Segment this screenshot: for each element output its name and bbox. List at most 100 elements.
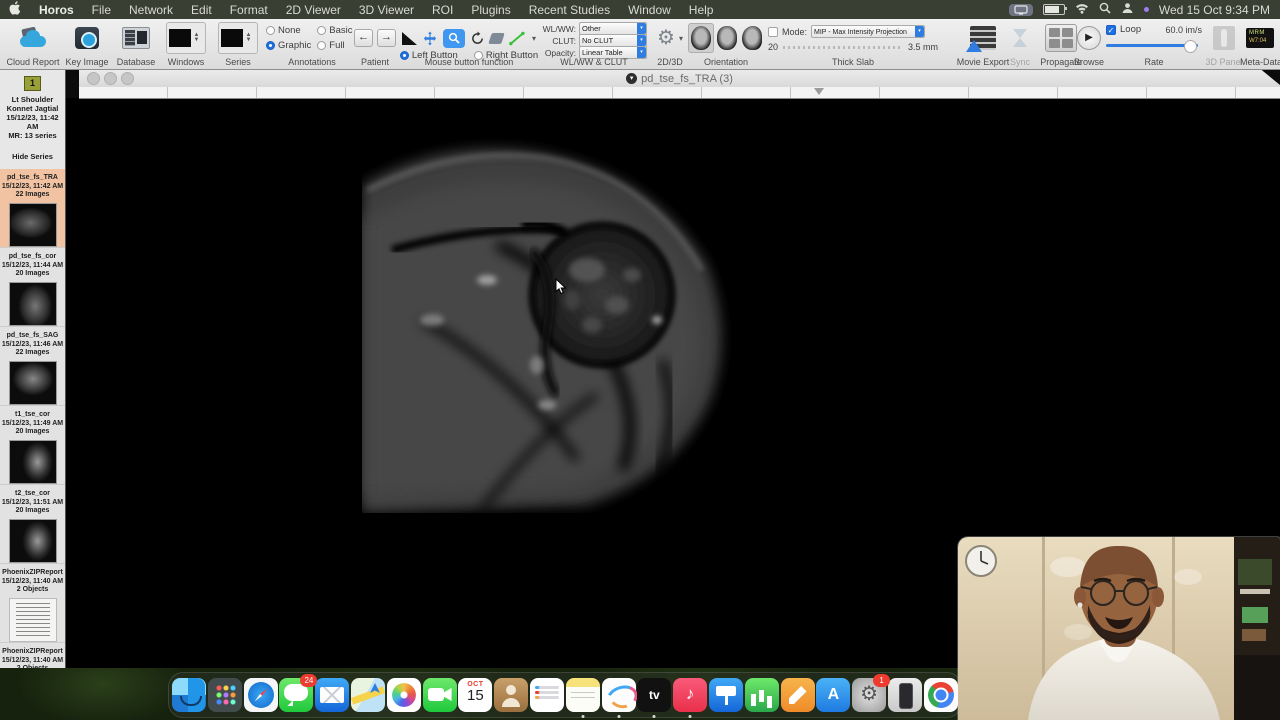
3d-panel-button[interactable]: 3D Panel xyxy=(1204,21,1244,67)
menu-bar: Horos File Network Edit Format 2D Viewer… xyxy=(0,0,1280,19)
image-position-slider[interactable] xyxy=(79,87,1280,99)
dock-safari-icon[interactable] xyxy=(243,678,278,712)
series-item[interactable]: t2_tse_cor 15/12/23, 11:51 AM 20 Images xyxy=(0,485,65,564)
dock-finder-icon[interactable] xyxy=(172,678,206,712)
window-edge-strip xyxy=(66,69,79,98)
menu-network[interactable]: Network xyxy=(120,3,182,17)
dock-messages-icon[interactable]: 24 xyxy=(279,674,318,712)
menu-file[interactable]: File xyxy=(83,3,120,17)
menu-format[interactable]: Format xyxy=(221,3,277,17)
slab-thickness-slider[interactable] xyxy=(783,45,903,49)
menu-help[interactable]: Help xyxy=(680,3,723,17)
dock-freeform-icon[interactable] xyxy=(601,678,636,718)
toolbar: Cloud Report Key Image Database ▲ ▼ Windo… xyxy=(0,19,1280,70)
dock-apple-tv-icon[interactable]: tv xyxy=(637,678,672,718)
meta-data-icon xyxy=(1246,28,1274,48)
dock-notes-icon[interactable] xyxy=(565,678,600,718)
rate-value: 60.0 im/s xyxy=(1165,24,1202,35)
series-item[interactable]: pd_tse_fs_cor 15/12/23, 11:44 AM 20 Imag… xyxy=(0,248,65,327)
annotations-graphic-radio[interactable]: Graphic xyxy=(266,40,311,51)
series-item[interactable]: PhoenixZIPReport 15/12/23, 11:40 AM 2 Ob… xyxy=(0,643,65,668)
spotlight-search-icon[interactable] xyxy=(1099,2,1111,17)
running-dot xyxy=(688,715,692,718)
sync-button[interactable]: Sync xyxy=(1006,21,1034,67)
series-thumbnail xyxy=(8,360,57,405)
screen-recording-icon[interactable] xyxy=(1008,3,1033,16)
series-dropdown[interactable]: ▲ ▼ Series xyxy=(214,21,262,67)
cloud-report-button[interactable]: Cloud Report xyxy=(4,21,62,67)
dock-calendar-icon[interactable]: OCT 15 xyxy=(458,678,493,712)
menu-2d-viewer[interactable]: 2D Viewer xyxy=(277,3,350,17)
dock-photos-icon[interactable] xyxy=(386,678,421,712)
dock-chrome-icon[interactable] xyxy=(923,678,958,712)
loop-checkbox[interactable]: ✓ xyxy=(1106,24,1116,35)
dock-contacts-icon[interactable] xyxy=(494,678,529,712)
dock-numbers-icon[interactable] xyxy=(744,678,779,712)
dock-reminders-icon[interactable] xyxy=(529,678,564,712)
series-thumbnail xyxy=(8,597,57,642)
orientation-axial-button[interactable] xyxy=(688,23,714,53)
rate-slider[interactable] xyxy=(1106,40,1198,53)
mode-checkbox[interactable] xyxy=(768,26,778,37)
dock-iphone-mirroring-icon[interactable] xyxy=(887,678,922,712)
dock-system-settings-icon[interactable]: 1 ⚙ xyxy=(852,674,891,712)
menu-clock[interactable]: Wed 15 Oct 9:34 PM xyxy=(1159,3,1270,17)
menu-horos[interactable]: Horos xyxy=(30,3,83,17)
menu-recent-studies[interactable]: Recent Studies xyxy=(520,3,619,17)
annotations-none-radio[interactable]: None xyxy=(266,25,311,36)
database-button[interactable]: Database xyxy=(112,21,160,67)
slab-thickness-value: 3.5 mm xyxy=(907,42,938,52)
dock-launchpad-icon[interactable] xyxy=(207,678,242,712)
movie-export-button[interactable]: Movie Export xyxy=(954,21,1012,67)
dock-music-icon[interactable]: ♪ xyxy=(673,678,708,718)
meta-data-button[interactable]: Meta-Data xyxy=(1240,21,1280,67)
key-image-button[interactable]: Key Image xyxy=(62,21,112,67)
battery-icon[interactable] xyxy=(1042,4,1067,15)
menu-window[interactable]: Window xyxy=(619,3,680,17)
menu-roi[interactable]: ROI xyxy=(423,3,462,17)
stepper-icon: ▲ ▼ xyxy=(245,32,252,43)
hide-series-button[interactable]: Hide Series xyxy=(0,152,65,161)
patient-nav-group: ← → Patient xyxy=(352,21,398,67)
series-item[interactable]: pd_tse_fs_TRA 15/12/23, 11:42 AM 22 Imag… xyxy=(0,169,65,248)
series-item[interactable]: PhoenixZIPReport 15/12/23, 11:40 AM 2 Ob… xyxy=(0,564,65,643)
chevron-down-icon: ▾ xyxy=(678,33,683,43)
mri-image xyxy=(362,130,742,513)
sagittal-brain-icon xyxy=(742,26,762,50)
dock-keynote-icon[interactable] xyxy=(708,678,743,712)
orientation-sagittal-button[interactable] xyxy=(740,24,764,52)
menu-plugins[interactable]: Plugins xyxy=(462,3,519,17)
dock-mail-icon[interactable] xyxy=(315,678,350,712)
dock-app-store-icon[interactable]: A xyxy=(816,678,851,712)
series-thumbnail xyxy=(8,439,57,484)
2d3d-button[interactable]: ⚙ ▾ 2D/3D xyxy=(648,21,692,67)
dock-pages-icon[interactable] xyxy=(780,678,815,712)
mouse-cursor xyxy=(555,277,567,300)
series-item[interactable]: t1_tse_cor 15/12/23, 11:49 AM 20 Images xyxy=(0,406,65,485)
control-center-user-icon[interactable] xyxy=(1121,2,1134,17)
series-item[interactable]: pd_tse_fs_SAG 15/12/23, 11:46 AM 22 Imag… xyxy=(0,327,65,406)
menu-edit[interactable]: Edit xyxy=(182,3,221,17)
browse-button[interactable]: ▶ Browse xyxy=(1070,21,1108,67)
wifi-icon[interactable] xyxy=(1075,3,1089,17)
dock-maps-icon[interactable] xyxy=(350,678,385,712)
dock-facetime-icon[interactable] xyxy=(422,678,457,712)
patient-name: Konnet Jagtial xyxy=(6,104,59,113)
running-dot xyxy=(652,715,656,718)
rate-slider-knob[interactable] xyxy=(1184,40,1198,53)
series-thumbnail xyxy=(8,281,57,326)
menu-3d-viewer[interactable]: 3D Viewer xyxy=(350,3,423,17)
previous-patient-button[interactable]: ← xyxy=(354,29,373,47)
apple-menu-icon[interactable] xyxy=(0,1,30,18)
axial-brain-icon xyxy=(691,26,711,50)
series-disclosure-icon[interactable]: ▾ xyxy=(626,73,638,85)
series-thumbnail xyxy=(8,518,57,563)
viewer-title-bar[interactable]: ▾ pd_tse_fs_TRA (3) xyxy=(79,69,1280,88)
thick-slab-mode-select[interactable]: MIP - Max Intensity Projection ▾ xyxy=(811,25,926,38)
slider-thumb[interactable] xyxy=(814,88,824,95)
stepper-icon: ▾ xyxy=(637,35,646,46)
windows-dropdown[interactable]: ▲ ▼ Windows xyxy=(162,21,210,67)
orientation-coronal-button[interactable] xyxy=(715,24,739,52)
3d-panel-icon xyxy=(1213,26,1235,50)
next-patient-button[interactable]: → xyxy=(377,29,396,47)
